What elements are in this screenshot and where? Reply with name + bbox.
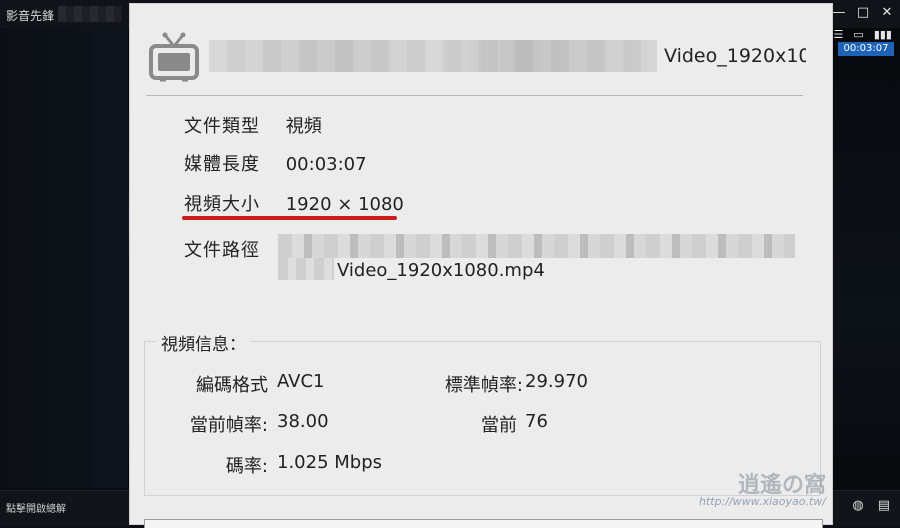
video-area[interactable]	[0, 28, 128, 488]
media-length-value: 00:03:07	[285, 154, 367, 175]
bitrate-label: 碼率:	[225, 456, 268, 477]
highlight-underline	[182, 216, 397, 220]
tv-icon	[149, 32, 199, 82]
file-path-label: 文件路徑	[184, 240, 260, 261]
video-size-label: 視頻大小	[184, 194, 260, 215]
watermark: 逍遙の窩 http://www.xiaoyao.tw/	[668, 467, 828, 517]
bottom-icons: ◍ ▤	[852, 498, 890, 513]
globe-icon[interactable]: ◍	[852, 498, 863, 513]
current-label: 當前	[481, 415, 517, 436]
blurred-path-2	[278, 258, 334, 280]
playlist-time-badge[interactable]: 00:03:07	[838, 42, 894, 56]
codec-label: 編碼格式	[196, 375, 268, 396]
window-controls: — □ ✕	[832, 5, 894, 20]
current-value: 76	[525, 411, 548, 432]
std-fps-label: 標準幀率:	[444, 375, 523, 396]
row-media-length: 媒體長度 00:03:07	[184, 150, 367, 178]
cur-fps-value: 38.00	[277, 411, 329, 432]
app-title: 影音先鋒 -	[6, 9, 63, 23]
close-icon[interactable]: ✕	[880, 5, 894, 20]
media-length-label: 媒體長度	[184, 154, 260, 175]
menu-icon[interactable]: ☰	[834, 28, 844, 41]
watermark-url: http://www.xiaoyao.tw/	[698, 495, 826, 508]
bitrate-value: 1.025 Mbps	[277, 452, 383, 473]
blurred-filename	[209, 40, 657, 72]
codec-value: AVC1	[277, 371, 325, 392]
dialog-header: Video_1920x1080	[130, 4, 834, 99]
row-file-path: 文件路徑	[184, 236, 280, 264]
blurred-path	[278, 234, 795, 258]
blurred-title	[58, 6, 122, 22]
video-size-value: 1920 × 1080	[285, 194, 404, 215]
header-filename: Video_1920x1080	[664, 45, 806, 67]
file-type-label: 文件類型	[184, 116, 260, 137]
screen-icon[interactable]: ▭	[853, 28, 863, 41]
signal-icon[interactable]: ▮▮▮	[874, 28, 892, 41]
row-video-size: 視頻大小 1920 × 1080	[184, 190, 404, 218]
minimize-icon[interactable]: —	[832, 5, 846, 20]
video-info-title: 視頻信息：	[157, 330, 250, 355]
row-file-type: 文件類型 視頻	[184, 112, 322, 140]
header-divider	[146, 95, 803, 96]
bottom-hint-label[interactable]: 點擊開啟總解	[6, 500, 66, 515]
maximize-icon[interactable]: □	[856, 5, 870, 20]
playlist-icon[interactable]: ▤	[878, 498, 890, 513]
std-fps-value: 29.970	[525, 371, 588, 392]
file-path-value: Video_1920x1080.mp4	[337, 260, 545, 281]
media-info-dialog: Video_1920x1080 文件類型 視頻 媒體長度 00:03:07 視頻…	[129, 3, 834, 528]
player-toolbar: ☰ ▭ ▮▮▮	[834, 28, 892, 41]
file-type-value: 視頻	[285, 116, 322, 137]
cur-fps-label: 當前幀率:	[189, 415, 268, 436]
dialog-bottom-panel	[144, 519, 823, 528]
